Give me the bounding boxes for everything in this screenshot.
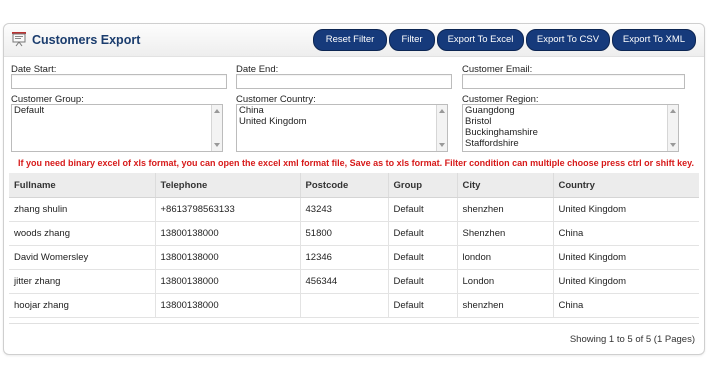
scroll-up-arrow-icon[interactable] <box>214 109 220 113</box>
select-option[interactable]: Guangdong <box>463 105 678 116</box>
cell-country: United Kingdom <box>553 269 699 294</box>
cell-postcode: 51800 <box>300 221 389 246</box>
scroll-up-arrow-icon[interactable] <box>439 109 445 113</box>
cell-country: China <box>553 293 699 318</box>
column-header-city[interactable]: City <box>457 173 554 198</box>
cell-telephone: 13800138000 <box>155 269 301 294</box>
cell-postcode: 12346 <box>300 245 389 270</box>
scroll-up-arrow-icon[interactable] <box>670 109 676 113</box>
customer-country-select[interactable]: China United Kingdom <box>236 104 448 152</box>
customers-table: Fullname Telephone Postcode Group City C… <box>9 173 699 318</box>
cell-fullname: woods zhang <box>9 221 156 246</box>
customer-email-input[interactable] <box>462 74 685 89</box>
column-header-telephone[interactable]: Telephone <box>155 173 301 198</box>
cell-group: Default <box>388 293 458 318</box>
customers-export-panel: Customers Export Reset Filter Filter Exp… <box>3 23 705 355</box>
cell-telephone: 13800138000 <box>155 293 301 318</box>
customer-group-select[interactable]: Default <box>11 104 223 152</box>
cell-city: shenzhen <box>457 197 554 222</box>
cell-postcode <box>300 293 389 318</box>
select-option[interactable]: China <box>237 105 447 116</box>
select-option[interactable]: Staffordshire <box>463 138 678 149</box>
page-title: Customers Export <box>32 33 141 47</box>
scroll-down-arrow-icon[interactable] <box>214 143 220 147</box>
cell-telephone: 13800138000 <box>155 245 301 270</box>
customer-region-select[interactable]: Guangdong Bristol Buckinghamshire Staffo… <box>462 104 679 152</box>
scroll-down-arrow-icon[interactable] <box>670 143 676 147</box>
select-option[interactable]: Default <box>12 105 222 116</box>
cell-fullname: zhang shulin <box>9 197 156 222</box>
scrollbar[interactable] <box>436 105 447 151</box>
cell-fullname: hoojar zhang <box>9 293 156 318</box>
reset-filter-button[interactable]: Reset Filter <box>313 29 387 51</box>
table-row: David Womersley 13800138000 12346 Defaul… <box>9 245 699 270</box>
cell-group: Default <box>388 221 458 246</box>
date-start-input[interactable] <box>11 74 227 89</box>
filter-button[interactable]: Filter <box>389 29 435 51</box>
cell-postcode: 456344 <box>300 269 389 294</box>
select-option[interactable]: United Kingdom <box>237 116 447 127</box>
column-header-group[interactable]: Group <box>388 173 458 198</box>
cell-country: United Kingdom <box>553 197 699 222</box>
column-header-postcode[interactable]: Postcode <box>300 173 389 198</box>
column-header-fullname[interactable]: Fullname <box>9 173 156 198</box>
table-row: zhang shulin +8613798563133 43243 Defaul… <box>9 197 699 222</box>
cell-country: United Kingdom <box>553 245 699 270</box>
scrollbar[interactable] <box>667 105 678 151</box>
export-csv-button[interactable]: Export To CSV <box>526 29 610 51</box>
export-xml-button[interactable]: Export To XML <box>612 29 696 51</box>
cell-city: shenzhen <box>457 293 554 318</box>
table-row: hoojar zhang 13800138000 Default shenzhe… <box>9 293 699 318</box>
panel-heading: Customers Export Reset Filter Filter Exp… <box>4 24 704 57</box>
scroll-down-arrow-icon[interactable] <box>439 143 445 147</box>
cell-city: London <box>457 269 554 294</box>
date-end-input[interactable] <box>236 74 452 89</box>
cell-country: China <box>553 221 699 246</box>
table-row: woods zhang 13800138000 51800 Default Sh… <box>9 221 699 246</box>
cell-fullname: jitter zhang <box>9 269 156 294</box>
select-option[interactable]: Buckinghamshire <box>463 127 678 138</box>
cell-fullname: David Womersley <box>9 245 156 270</box>
cell-city: Shenzhen <box>457 221 554 246</box>
cell-telephone: +8613798563133 <box>155 197 301 222</box>
scrollbar[interactable] <box>211 105 222 151</box>
pagination-summary: Showing 1 to 5 of 5 (1 Pages) <box>569 334 695 345</box>
column-header-country[interactable]: Country <box>553 173 699 198</box>
select-option[interactable]: Bristol <box>463 116 678 127</box>
export-warning-text: If you need binary excel of xls format, … <box>18 158 695 168</box>
cell-group: Default <box>388 245 458 270</box>
cell-group: Default <box>388 197 458 222</box>
cell-postcode: 43243 <box>300 197 389 222</box>
presentation-board-icon <box>12 32 26 47</box>
table-header-row: Fullname Telephone Postcode Group City C… <box>9 173 699 198</box>
divider <box>9 323 699 324</box>
table-row: jitter zhang 13800138000 456344 Default … <box>9 269 699 294</box>
cell-group: Default <box>388 269 458 294</box>
export-excel-button[interactable]: Export To Excel <box>437 29 524 51</box>
cell-city: london <box>457 245 554 270</box>
cell-telephone: 13800138000 <box>155 221 301 246</box>
